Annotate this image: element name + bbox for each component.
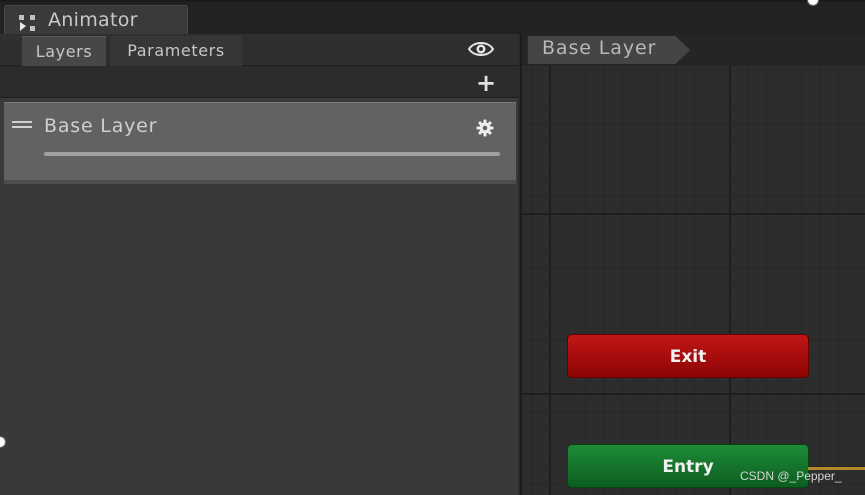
layer-name: Base Layer xyxy=(44,115,158,137)
state-graph[interactable]: Base Layer Exit Entry xyxy=(520,34,865,495)
layers-panel: Layers Parameters + Base Layer xyxy=(0,34,518,495)
tab-parameters[interactable]: Parameters xyxy=(110,36,242,66)
animator-grid-icon xyxy=(19,15,35,31)
layer-toolbar xyxy=(0,66,518,98)
tab-layers[interactable]: Layers xyxy=(22,36,106,66)
title-bar: Animator xyxy=(0,0,865,36)
layer-weight-slider[interactable] xyxy=(44,152,500,156)
gear-icon[interactable] xyxy=(476,119,494,137)
graph-grid xyxy=(522,34,865,495)
animator-window-tab[interactable]: Animator xyxy=(4,5,188,36)
layer-row-divider xyxy=(4,180,516,184)
exit-state-node[interactable]: Exit xyxy=(567,334,809,378)
watermark: CSDN @_Pepper_ xyxy=(740,469,842,483)
drag-handle-icon[interactable] xyxy=(12,121,32,129)
breadcrumb-bar: Base Layer xyxy=(522,34,865,66)
window-title: Animator xyxy=(48,9,138,31)
left-tab-bar: Layers Parameters xyxy=(0,34,518,66)
eye-icon[interactable] xyxy=(468,40,494,58)
layer-row[interactable]: Base Layer xyxy=(4,102,516,180)
plus-icon[interactable]: + xyxy=(476,71,496,95)
animator-window: Animator Layers Parameters + Base Layer xyxy=(0,0,865,495)
breadcrumb-base-layer[interactable]: Base Layer xyxy=(542,37,656,59)
